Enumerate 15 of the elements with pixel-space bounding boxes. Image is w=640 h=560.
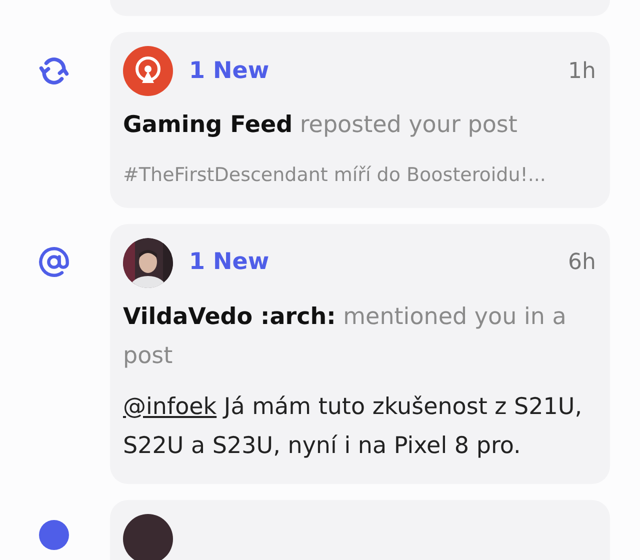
time-ago: 6h (568, 249, 596, 277)
notification-card[interactable]: 1 New 1h Gaming Feed reposted your post #TheFirstDescendant míří do Boosteroidu!... (110, 32, 610, 208)
notification-text: VildaVedo :arch: mentioned you in a post (123, 302, 568, 370)
notification-card[interactable]: 1 New 6h VildaVedo :arch: mentioned you in a post @infoek Já mám tuto zkušenost z S21U, S22U a S23U, nyní i na Pixel 8 pro. (110, 224, 610, 484)
mention-icon (38, 246, 70, 278)
mention-link[interactable]: @infoek (123, 394, 217, 420)
time-ago: 1h (568, 58, 596, 86)
feed-logo-icon (123, 46, 173, 96)
avatar-icon (123, 514, 173, 560)
new-count: 1 New (189, 248, 270, 278)
notification-icon (39, 520, 69, 550)
new-count: 1 New (189, 56, 270, 86)
notification-text: Gaming Feed reposted your post (123, 111, 518, 140)
post-excerpt: #TheFirstDescendant míří do Boosteroidu!... (123, 163, 547, 188)
post-text: @infoek Já mám tuto zkušenost z S21U, S22U a S23U, nyní i na Pixel 8 pro. (123, 392, 584, 460)
